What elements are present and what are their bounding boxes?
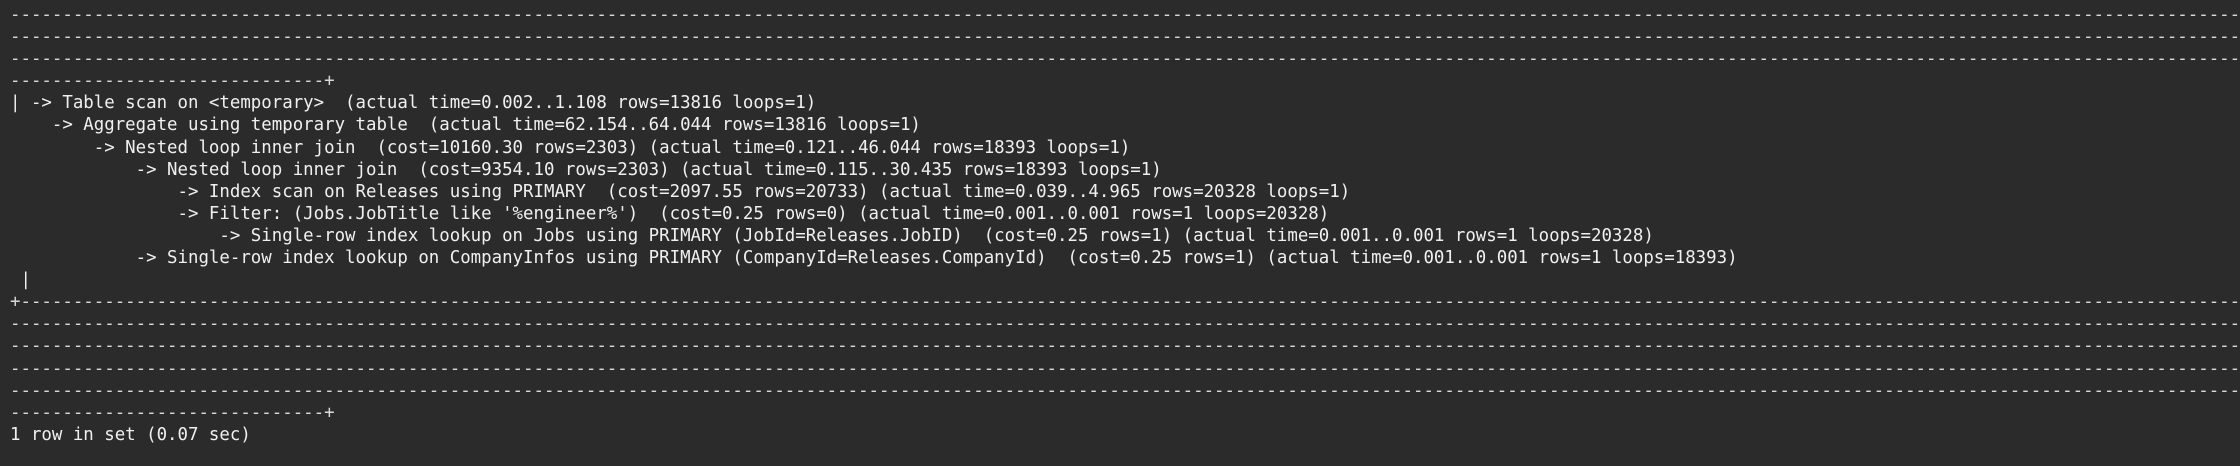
plan-line-index-scan: -> Index scan on Releases using PRIMARY … <box>10 181 1351 202</box>
table-border-bottom-3: ----------------------------------------… <box>10 336 2240 357</box>
plan-line-nested-loop-1: -> Nested loop inner join (cost=10160.30… <box>10 137 1131 158</box>
table-border-bottom-1: +---------------------------------------… <box>10 292 2240 313</box>
table-border-top-2: ----------------------------------------… <box>10 27 2240 48</box>
table-border-bottom-2: ----------------------------------------… <box>10 314 2240 335</box>
plan-line-companyinfos-lookup: -> Single-row index lookup on CompanyInf… <box>10 248 1738 269</box>
table-border-top-4: ------------------------------+ <box>10 71 335 92</box>
plan-line-filter: -> Filter: (Jobs.JobTitle like '%enginee… <box>10 203 1330 224</box>
table-border-bottom-4: ----------------------------------------… <box>10 358 2240 379</box>
terminal-output: ----------------------------------------… <box>0 0 2240 466</box>
table-border-bottom-5: ----------------------------------------… <box>10 380 2240 401</box>
table-border-top-3: ----------------------------------------… <box>10 49 2240 70</box>
plan-line-table-scan: | -> Table scan on <temporary> (actual t… <box>10 93 817 114</box>
plan-line-aggregate: -> Aggregate using temporary table (actu… <box>10 115 921 136</box>
table-border-top-1: ----------------------------------------… <box>10 5 2240 25</box>
table-border-bottom-6: ------------------------------+ <box>10 402 335 423</box>
plan-line-nested-loop-2: -> Nested loop inner join (cost=9354.10 … <box>10 159 1162 180</box>
plan-line-jobs-lookup: -> Single-row index lookup on Jobs using… <box>10 225 1654 246</box>
query-status-line: 1 row in set (0.07 sec) <box>10 424 251 445</box>
plan-line-end: | <box>10 270 31 291</box>
